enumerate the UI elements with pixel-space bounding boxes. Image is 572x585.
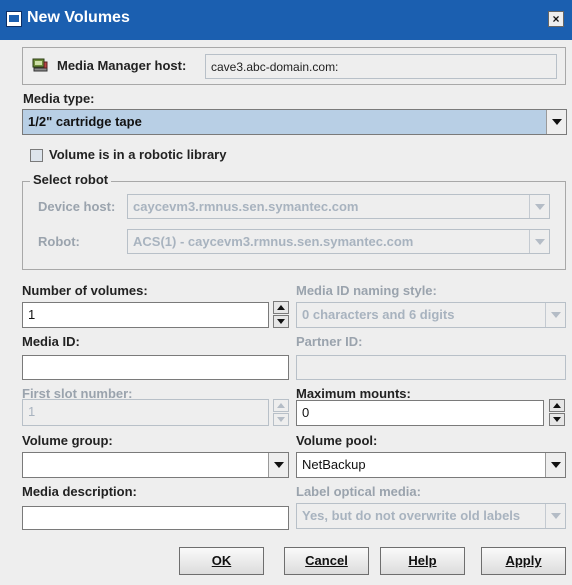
robot-select[interactable]: ACS(1) - caycevm3.rmnus.sen.symantec.com (127, 229, 550, 254)
volume-group-select[interactable] (22, 452, 289, 478)
ok-button-label: OK (211, 553, 232, 568)
media-description-input[interactable] (22, 506, 289, 530)
select-robot-legend: Select robot (30, 172, 112, 187)
host-field: cave3.abc-domain.com: (205, 54, 557, 79)
device-host-value: caycevm3.rmnus.sen.symantec.com (133, 199, 359, 214)
chevron-down-icon[interactable] (268, 453, 288, 477)
chevron-down-icon[interactable] (529, 230, 549, 253)
media-type-value: 1/2" cartridge tape (28, 114, 142, 129)
host-label: Media Manager host: (57, 58, 187, 73)
max-mounts-label: Maximum mounts: (296, 386, 411, 401)
naming-style-value: 0 characters and 6 digits (302, 307, 455, 322)
media-type-label: Media type: (23, 91, 95, 106)
media-description-label: Media description: (22, 484, 137, 499)
window-title: New Volumes (27, 9, 130, 26)
spinner-down-icon[interactable] (273, 413, 289, 426)
robot-label: Robot: (38, 234, 80, 249)
num-volumes-spinner[interactable] (273, 301, 289, 329)
cancel-button[interactable]: Cancel (284, 547, 369, 575)
chevron-down-icon[interactable] (545, 453, 565, 477)
robotic-label[interactable]: Volume is in a robotic library (49, 147, 226, 162)
first-slot-input[interactable]: 1 (22, 399, 269, 426)
volume-group-label: Volume group: (22, 433, 113, 448)
label-optical-value: Yes, but do not overwrite old labels (302, 508, 521, 523)
spinner-up-icon[interactable] (549, 399, 565, 412)
close-button[interactable]: × (548, 11, 564, 27)
max-mounts-input[interactable]: 0 (296, 400, 544, 426)
partner-id-input[interactable] (296, 355, 566, 380)
chevron-down-icon[interactable] (545, 303, 565, 327)
num-volumes-label: Number of volumes: (22, 283, 148, 298)
device-host-label: Device host: (38, 199, 116, 214)
chevron-down-icon[interactable] (546, 110, 566, 134)
spinner-up-icon[interactable] (273, 399, 289, 412)
spinner-up-icon[interactable] (273, 301, 289, 314)
max-mounts-spinner[interactable] (549, 399, 565, 427)
volume-pool-select[interactable]: NetBackup (296, 452, 566, 478)
partner-id-label: Partner ID: (296, 334, 363, 349)
num-volumes-input[interactable]: 1 (22, 302, 269, 328)
ok-button[interactable]: OK (179, 547, 264, 575)
chevron-down-icon[interactable] (529, 195, 549, 218)
volume-pool-label: Volume pool: (296, 433, 378, 448)
media-type-select[interactable]: 1/2" cartridge tape (22, 109, 567, 135)
apply-button-label: Apply (505, 553, 542, 568)
media-id-label: Media ID: (22, 334, 80, 349)
window-icon (6, 11, 22, 27)
spinner-down-icon[interactable] (549, 413, 565, 426)
label-optical-select[interactable]: Yes, but do not overwrite old labels (296, 503, 566, 529)
title-bar[interactable]: New Volumes × (0, 0, 572, 40)
volume-pool-value: NetBackup (302, 457, 366, 472)
apply-button[interactable]: Apply (481, 547, 566, 575)
cancel-button-label: Cancel (305, 553, 348, 568)
robot-value: ACS(1) - caycevm3.rmnus.sen.symantec.com (133, 234, 414, 249)
first-slot-spinner[interactable] (273, 399, 289, 427)
device-host-select[interactable]: caycevm3.rmnus.sen.symantec.com (127, 194, 550, 219)
robotic-checkbox[interactable] (30, 149, 43, 162)
naming-style-label: Media ID naming style: (296, 283, 437, 298)
spinner-down-icon[interactable] (273, 315, 289, 328)
host-computer-icon (32, 58, 48, 72)
help-button[interactable]: Help (380, 547, 465, 575)
chevron-down-icon[interactable] (545, 504, 565, 528)
naming-style-select[interactable]: 0 characters and 6 digits (296, 302, 566, 328)
new-volumes-dialog: New Volumes × Media Manager host: cave3.… (0, 0, 572, 585)
media-id-input[interactable] (22, 355, 289, 380)
label-optical-label: Label optical media: (296, 484, 421, 499)
help-button-label: Help (408, 553, 437, 568)
